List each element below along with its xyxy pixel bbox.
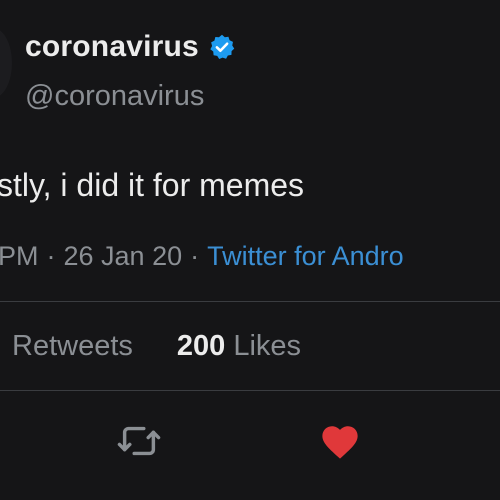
action-bar	[0, 412, 500, 472]
tweet-text: stly, i did it for memes	[0, 167, 305, 203]
author-header: coronavirus	[25, 30, 236, 64]
divider	[0, 390, 500, 391]
heart-icon[interactable]	[317, 418, 363, 464]
likes-count[interactable]: 200	[177, 330, 225, 362]
tweet-detail-view: coronavirus @coronavirus stly, i did it …	[0, 0, 500, 500]
tweet-time[interactable]: PM	[0, 241, 39, 271]
verified-badge-icon	[210, 34, 235, 60]
divider	[0, 301, 500, 302]
author-handle[interactable]: @coronavirus	[25, 80, 204, 113]
meta-separator: ·	[46, 241, 56, 271]
tweet-stats: Retweets 200 Likes	[12, 330, 301, 363]
avatar[interactable]	[0, 28, 12, 98]
display-name[interactable]: coronavirus	[25, 30, 199, 64]
tweet-metadata: PM · 26 Jan 20 · Twitter for Andro	[0, 241, 404, 272]
retweet-icon[interactable]	[116, 418, 162, 464]
tweet-source-link[interactable]: Twitter for Andro	[207, 241, 404, 271]
tweet-date[interactable]: 26 Jan 20	[64, 241, 183, 271]
retweets-stat[interactable]: Retweets	[12, 330, 133, 362]
likes-label[interactable]: Likes	[233, 330, 301, 362]
meta-separator: ·	[190, 241, 200, 271]
